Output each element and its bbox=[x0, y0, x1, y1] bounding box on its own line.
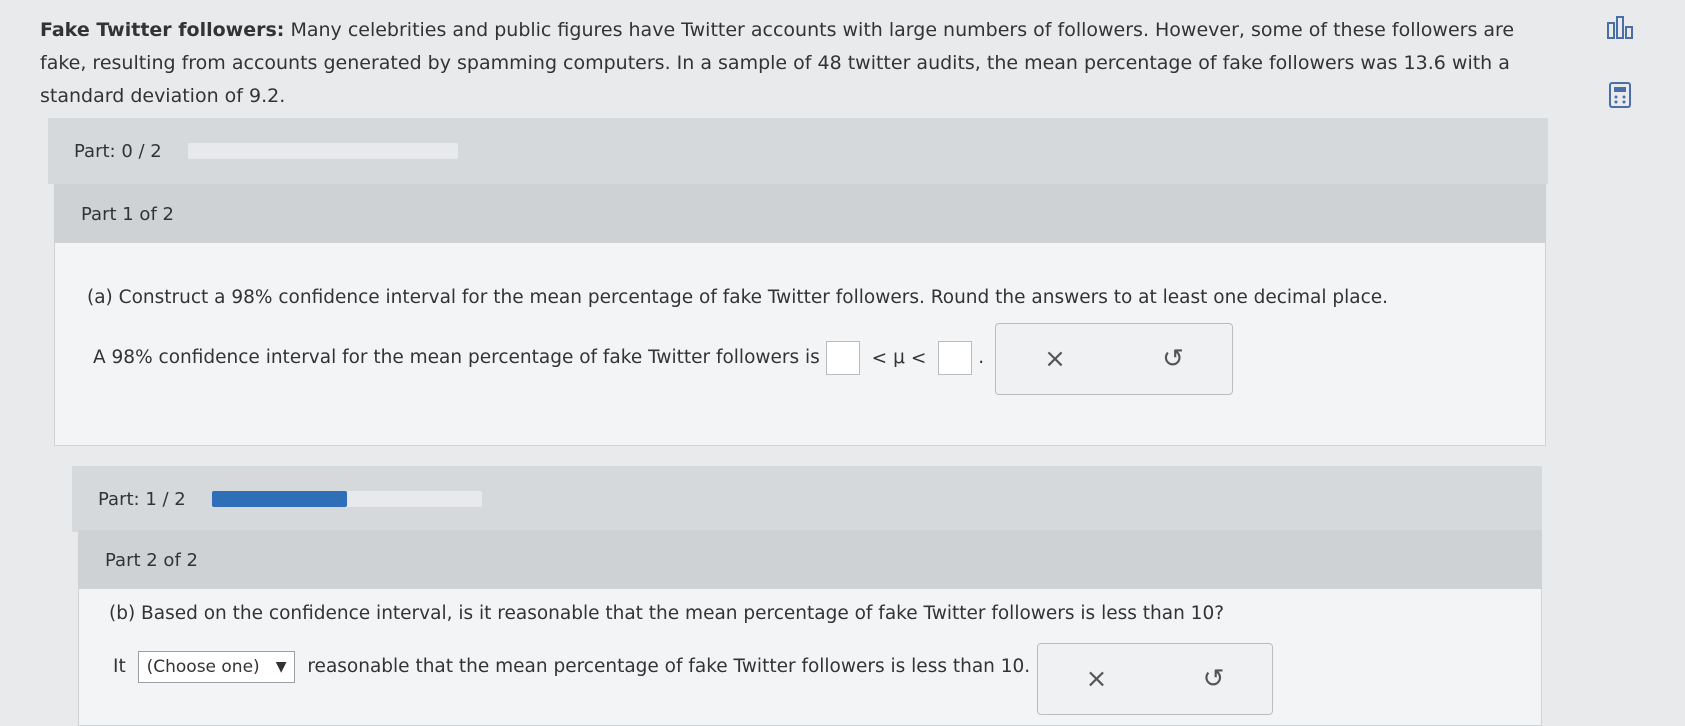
part2-suffix: reasonable that the mean percentage of f… bbox=[307, 656, 1031, 677]
dropdown-caret-icon: ▼ bbox=[275, 659, 287, 675]
part1-card: Part 1 of 2 (a) Construct a 98% confiden… bbox=[54, 184, 1546, 446]
less-than-1: < bbox=[871, 347, 888, 369]
choose-one-dropdown[interactable]: (Choose one) ▼ bbox=[137, 651, 296, 683]
part2-prefix: It bbox=[113, 656, 126, 677]
mu-symbol: μ bbox=[893, 347, 905, 368]
problem-statement: Fake Twitter followers: Many celebrities… bbox=[40, 14, 1540, 113]
part1-tools: × ↺ bbox=[995, 323, 1233, 395]
part2-progress-fill bbox=[211, 491, 347, 507]
part2-progress-label: Part: 1 / 2 bbox=[98, 488, 186, 510]
undo-icon[interactable]: ↺ bbox=[1148, 344, 1198, 374]
part2-header: Part 2 of 2 bbox=[79, 531, 1541, 589]
part1-progress-track bbox=[187, 143, 458, 159]
lower-bound-input[interactable] bbox=[825, 341, 860, 375]
part1-question: (a) Construct a 98% confidence interval … bbox=[87, 287, 1389, 308]
part1-progress-label: Part: 0 / 2 bbox=[74, 140, 162, 162]
part1-prompt: A 98% confidence interval for the mean p… bbox=[93, 347, 820, 368]
right-tool-rail bbox=[1605, 12, 1645, 148]
part1-header: Part 1 of 2 bbox=[55, 185, 1545, 243]
part1-progress-bar: Part: 0 / 2 bbox=[48, 118, 1548, 184]
bar-chart-icon[interactable] bbox=[1605, 12, 1635, 42]
period: . bbox=[978, 347, 985, 368]
part1-answer-row: A 98% confidence interval for the mean p… bbox=[93, 341, 984, 375]
calculator-icon[interactable] bbox=[1605, 80, 1635, 110]
clear-icon[interactable]: × bbox=[1072, 664, 1122, 694]
problem-title: Fake Twitter followers: bbox=[40, 19, 285, 41]
less-than-2: < bbox=[910, 347, 927, 369]
undo-icon[interactable]: ↺ bbox=[1189, 664, 1239, 694]
part2-question: (b) Based on the confidence interval, is… bbox=[109, 603, 1225, 624]
part2-tools: × ↺ bbox=[1037, 643, 1273, 715]
part2-answer-row: It (Choose one) ▼ reasonable that the me… bbox=[113, 651, 1030, 683]
dropdown-value: (Choose one) bbox=[146, 657, 260, 677]
clear-icon[interactable]: × bbox=[1030, 344, 1080, 374]
part2-card: Part 2 of 2 (b) Based on the confidence … bbox=[78, 530, 1542, 726]
upper-bound-input[interactable] bbox=[938, 341, 973, 375]
part2-progress-track bbox=[211, 491, 482, 507]
part2-progress-bar: Part: 1 / 2 bbox=[72, 466, 1542, 532]
